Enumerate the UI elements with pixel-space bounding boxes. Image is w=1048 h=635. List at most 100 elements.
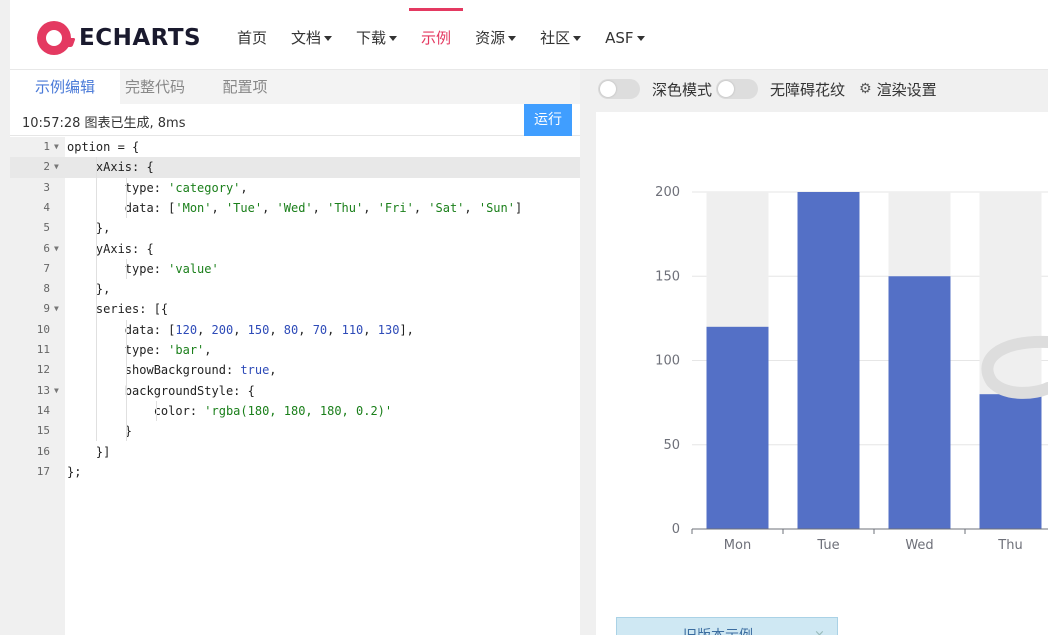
nav-label: 示例 xyxy=(421,29,452,47)
editor-tabs: 示例编辑 完整代码 配置项 xyxy=(10,70,580,104)
nav-item-5[interactable]: 社区 xyxy=(528,0,593,70)
x-tick-label: Mon xyxy=(724,538,751,553)
nav-item-2[interactable]: 下载 xyxy=(344,0,409,70)
code-text: } xyxy=(67,424,133,439)
bar xyxy=(797,192,860,529)
nav-label: 资源 xyxy=(475,29,506,47)
tab-example-edit[interactable]: 示例编辑 xyxy=(10,70,120,104)
code-line[interactable]: 1 ▼ option = { xyxy=(10,137,580,157)
y-tick-label: 100 xyxy=(655,354,680,369)
indent-guide xyxy=(156,400,157,422)
line-number: 4 xyxy=(43,200,50,214)
logo-text: ECHARTS xyxy=(79,25,202,51)
nav-label: 社区 xyxy=(540,29,571,47)
indent-guide xyxy=(126,177,127,219)
nav-label: 首页 xyxy=(237,29,268,47)
code-text: type: 'bar', xyxy=(67,343,212,357)
line-number: 14 xyxy=(36,403,50,417)
logo-icon xyxy=(37,21,71,55)
line-number: 8 xyxy=(43,282,50,296)
y-tick-label: 0 xyxy=(672,522,680,537)
code-text: color: 'rgba(180, 180, 180, 0.2)' xyxy=(67,403,393,418)
code-text: series: [{ xyxy=(67,302,169,317)
run-button[interactable]: 运行 xyxy=(524,104,572,136)
dark-mode-toggle[interactable] xyxy=(598,79,640,99)
line-number: 1 xyxy=(43,140,50,153)
code-text: }; xyxy=(67,464,82,479)
code-text: }] xyxy=(67,444,111,459)
bar xyxy=(979,394,1042,529)
tab-full-code[interactable]: 完整代码 xyxy=(120,70,190,104)
x-tick-label: Tue xyxy=(816,538,839,553)
fold-arrow-icon[interactable]: ▼ xyxy=(54,137,59,157)
y-tick-label: 200 xyxy=(655,185,680,200)
nav-item-4[interactable]: 资源 xyxy=(463,0,528,70)
y-tick-label: 150 xyxy=(655,269,680,284)
bar-chart: 0 50 100 150 200 Mon Tue Wed Thu xyxy=(655,185,1048,553)
code-editor[interactable]: 1 ▼ option = { 2 ▼ xAxis: { 3 type: 'category… xyxy=(10,137,580,635)
code-text: type: 'category', xyxy=(67,180,248,195)
fold-arrow-icon[interactable]: ▼ xyxy=(54,381,59,401)
editor-panel: 示例编辑 完整代码 配置项 10:57:28 图表已生成, 8ms 运行 1 ▼ o… xyxy=(10,70,580,635)
line-number: 3 xyxy=(43,180,50,194)
status-bar: 10:57:28 图表已生成, 8ms 运行 xyxy=(10,104,580,136)
chart-container: 0 50 100 150 200 Mon Tue Wed Thu 旧版本示例 × xyxy=(596,112,1048,635)
nav-item-6[interactable]: ASF xyxy=(593,0,656,70)
line-number: 9 xyxy=(43,302,50,316)
main-nav: 首页 文档 下载 示例 资源 社区 ASF xyxy=(225,0,657,70)
code-text: data: [120, 200, 150, 80, 70, 110, 130], xyxy=(67,322,414,337)
line-number: 7 xyxy=(43,261,50,275)
bar xyxy=(888,276,951,529)
line-number: 17 xyxy=(36,464,50,478)
caret-down-icon xyxy=(508,36,517,41)
bar xyxy=(706,326,769,529)
fold-arrow-icon[interactable]: ▼ xyxy=(54,299,59,319)
decal-label: 无障碍花纹 xyxy=(770,80,846,99)
line-number: 13 xyxy=(36,383,50,397)
line-number: 10 xyxy=(36,322,50,336)
code-text: xAxis: { xyxy=(67,160,154,175)
nav-item-1[interactable]: 文档 xyxy=(279,0,344,70)
code-text: type: 'value' xyxy=(67,261,219,276)
nav-item-3[interactable]: 示例 xyxy=(409,0,464,70)
nav-label: 文档 xyxy=(291,29,322,47)
fold-arrow-icon[interactable]: ▼ xyxy=(54,157,59,177)
dark-mode-label: 深色模式 xyxy=(652,80,713,99)
render-settings-label[interactable]: 渲染设置 xyxy=(877,79,937,100)
indent-guide xyxy=(126,319,127,442)
line-number: 6 xyxy=(43,241,50,255)
status-text: 10:57:28 图表已生成, 8ms xyxy=(22,116,186,131)
code-line[interactable]: 17}; xyxy=(10,462,580,482)
gear-icon[interactable]: ⚙ xyxy=(859,81,872,97)
indent-guide xyxy=(96,157,97,442)
code-text: data: ['Mon', 'Tue', 'Wed', 'Thu', 'Fri'… xyxy=(67,200,523,215)
preview-controls: 深色模式 无障碍花纹 ⚙ 渲染设置 xyxy=(598,78,937,100)
old-version-button[interactable]: 旧版本示例 × xyxy=(616,617,838,635)
code-text: }, xyxy=(67,282,111,297)
tab-options[interactable]: 配置项 xyxy=(210,70,280,104)
top-navbar: ECHARTS 首页 文档 下载 示例 资源 社区 ASF xyxy=(10,0,1048,70)
code-text: option = { xyxy=(67,140,140,154)
y-tick-label: 50 xyxy=(663,438,680,453)
caret-down-icon xyxy=(573,36,582,41)
decal-toggle[interactable] xyxy=(716,79,759,99)
code-text: showBackground: true, xyxy=(67,363,277,378)
echarts-logo[interactable]: ECHARTS xyxy=(37,20,201,56)
line-number: 15 xyxy=(36,424,50,438)
code-text: }, xyxy=(67,221,111,236)
line-number: 11 xyxy=(36,343,50,356)
x-tick-label: Wed xyxy=(905,538,933,553)
nav-label: ASF xyxy=(605,29,634,47)
line-number: 2 xyxy=(43,160,50,174)
x-tick-label: Thu xyxy=(997,538,1022,553)
nav-item-0[interactable]: 首页 xyxy=(225,0,279,70)
indent-guide xyxy=(126,258,127,280)
caret-down-icon xyxy=(389,36,398,41)
code-line[interactable]: 16 }] xyxy=(10,442,580,462)
fold-arrow-icon[interactable]: ▼ xyxy=(54,239,59,259)
code-text: yAxis: { xyxy=(67,241,154,256)
close-icon[interactable]: × xyxy=(814,618,825,635)
line-number: 12 xyxy=(36,363,50,377)
caret-down-icon xyxy=(324,36,333,41)
line-number: 5 xyxy=(43,221,50,235)
